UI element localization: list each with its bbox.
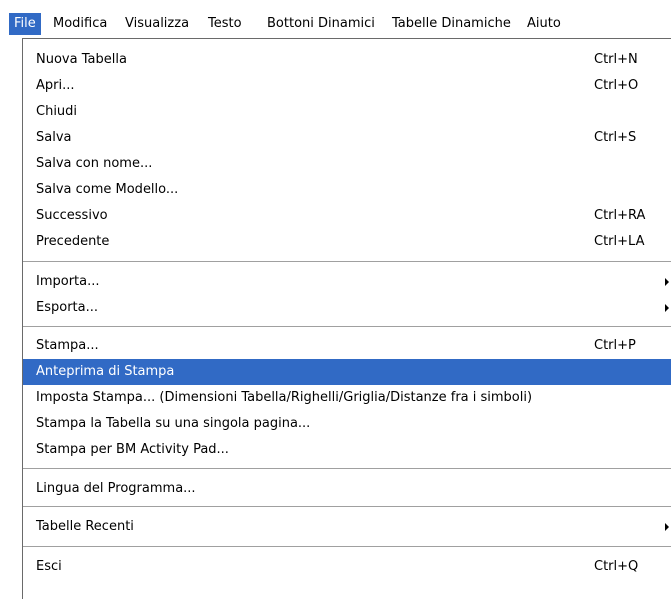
menu-separator <box>23 546 671 547</box>
file-menu-dropdown: Nuova Tabella Ctrl+N Apri... Ctrl+O Chiu… <box>22 38 671 599</box>
menu-item-label: Imposta Stampa... (Dimensioni Tabella/Ri… <box>36 390 533 405</box>
menu-visualizza[interactable]: Visualizza <box>120 13 194 35</box>
menu-aiuto[interactable]: Aiuto <box>522 13 566 35</box>
menu-item-apri[interactable]: Apri... Ctrl+O <box>23 73 671 99</box>
menu-item-label: Tabelle Recenti <box>36 519 134 534</box>
menu-item-label: Esci <box>36 559 62 574</box>
menu-item-shortcut: Ctrl+N <box>594 52 638 67</box>
submenu-arrow-icon <box>665 278 669 286</box>
menu-item-salva[interactable]: Salva Ctrl+S <box>23 125 671 151</box>
menu-item-label: Lingua del Programma... <box>36 481 196 496</box>
menu-item-label: Precedente <box>36 234 110 249</box>
menu-item-stampa-bm-activity-pad[interactable]: Stampa per BM Activity Pad... <box>23 437 671 463</box>
menu-modifica[interactable]: Modifica <box>48 13 112 35</box>
menu-item-label: Successivo <box>36 208 108 223</box>
menu-bar: File Modifica Visualizza Testo Bottoni D… <box>0 0 671 38</box>
menu-bottoni-dinamici[interactable]: Bottoni Dinamici <box>262 13 380 35</box>
menu-item-anteprima-di-stampa[interactable]: Anteprima di Stampa <box>23 359 671 385</box>
menu-separator <box>23 506 671 507</box>
menu-item-label: Stampa la Tabella su una singola pagina.… <box>36 416 311 431</box>
menu-item-label: Salva <box>36 130 72 145</box>
menu-separator <box>23 326 671 327</box>
menu-item-shortcut: Ctrl+S <box>594 130 637 145</box>
menu-tabelle-dinamiche[interactable]: Tabelle Dinamiche <box>387 13 516 35</box>
menu-item-shortcut: Ctrl+P <box>594 338 636 353</box>
menu-item-shortcut: Ctrl+RA <box>594 208 646 223</box>
menu-item-salva-con-nome[interactable]: Salva con nome... <box>23 151 671 177</box>
menu-item-nuova-tabella[interactable]: Nuova Tabella Ctrl+N <box>23 47 671 73</box>
menu-item-shortcut: Ctrl+LA <box>594 234 645 249</box>
menu-item-tabelle-recenti[interactable]: Tabelle Recenti <box>23 514 671 540</box>
menu-item-shortcut: Ctrl+O <box>594 78 639 93</box>
menu-testo[interactable]: Testo <box>203 13 247 35</box>
menu-item-imposta-stampa[interactable]: Imposta Stampa... (Dimensioni Tabella/Ri… <box>23 385 671 411</box>
menu-item-shortcut: Ctrl+Q <box>594 559 639 574</box>
menu-item-lingua-del-programma[interactable]: Lingua del Programma... <box>23 476 671 502</box>
menu-item-stampa[interactable]: Stampa... Ctrl+P <box>23 333 671 359</box>
menu-separator <box>23 468 671 469</box>
menu-item-label: Chiudi <box>36 104 78 119</box>
menu-item-label: Anteprima di Stampa <box>36 364 175 379</box>
menu-file[interactable]: File <box>9 13 41 35</box>
menu-item-label: Importa... <box>36 274 100 289</box>
menu-item-label: Stampa... <box>36 338 99 353</box>
menu-item-precedente[interactable]: Precedente Ctrl+LA <box>23 229 671 255</box>
menu-separator <box>23 261 671 262</box>
menu-item-label: Esporta... <box>36 300 98 315</box>
menu-item-importa[interactable]: Importa... <box>23 269 671 295</box>
menu-item-chiudi[interactable]: Chiudi <box>23 99 671 125</box>
menu-item-label: Salva con nome... <box>36 156 153 171</box>
menu-item-label: Salva come Modello... <box>36 182 179 197</box>
menu-item-esporta[interactable]: Esporta... <box>23 295 671 321</box>
menu-item-label: Apri... <box>36 78 75 93</box>
menu-item-esci[interactable]: Esci Ctrl+Q <box>23 554 671 580</box>
submenu-arrow-icon <box>665 523 669 531</box>
menu-item-successivo[interactable]: Successivo Ctrl+RA <box>23 203 671 229</box>
menu-item-salva-come-modello[interactable]: Salva come Modello... <box>23 177 671 203</box>
menu-item-label: Nuova Tabella <box>36 52 127 67</box>
submenu-arrow-icon <box>665 304 669 312</box>
menu-item-stampa-singola-pagina[interactable]: Stampa la Tabella su una singola pagina.… <box>23 411 671 437</box>
menu-item-label: Stampa per BM Activity Pad... <box>36 442 229 457</box>
